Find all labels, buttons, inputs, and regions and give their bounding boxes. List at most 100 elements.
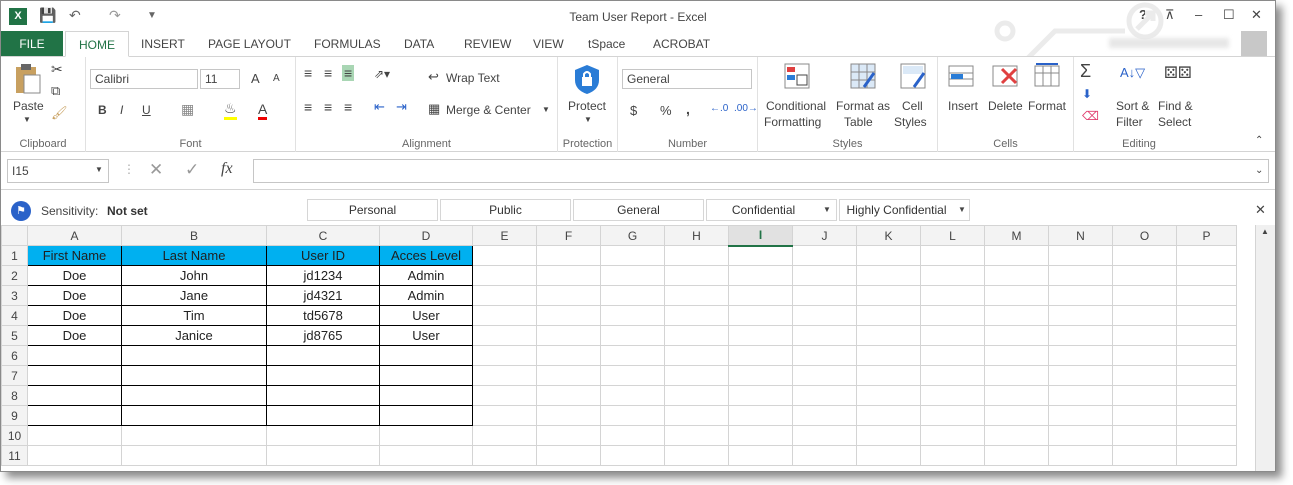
orientation-icon[interactable]: ⇗▾	[374, 67, 390, 81]
sensitivity-public-button[interactable]: Public	[440, 199, 571, 221]
cell-n9[interactable]	[1048, 405, 1113, 426]
cell-b11[interactable]	[121, 445, 267, 466]
cell-d9[interactable]	[379, 405, 473, 426]
italic-button[interactable]: I	[120, 103, 123, 117]
cell-f6[interactable]	[536, 345, 601, 366]
formula-input[interactable]	[253, 159, 1269, 183]
font-name-select[interactable]: Calibri	[90, 69, 198, 89]
cell-h7[interactable]	[664, 365, 729, 386]
cell-k5[interactable]	[856, 325, 921, 346]
cell-i1[interactable]	[728, 245, 793, 266]
cell-l5[interactable]	[920, 325, 985, 346]
tab-review[interactable]: REVIEW	[464, 31, 511, 57]
cell-i10[interactable]	[728, 425, 793, 446]
cell-c10[interactable]	[266, 425, 380, 446]
cell-f4[interactable]	[536, 305, 601, 326]
formatting-label[interactable]: Formatting	[764, 115, 821, 129]
cell-n2[interactable]	[1048, 265, 1113, 286]
cell-n3[interactable]	[1048, 285, 1113, 306]
cell-j6[interactable]	[792, 345, 857, 366]
column-header-h[interactable]: H	[664, 225, 729, 246]
conditional-label[interactable]: Conditional	[766, 99, 826, 113]
column-header-f[interactable]: F	[536, 225, 601, 246]
percent-button[interactable]: %	[660, 103, 672, 118]
cell-k9[interactable]	[856, 405, 921, 426]
cell-o3[interactable]	[1112, 285, 1177, 306]
cell-c4[interactable]: td5678	[266, 305, 380, 326]
cell-a2[interactable]: Doe	[27, 265, 122, 286]
align-center-icon[interactable]: ≡	[324, 99, 332, 115]
cell-m5[interactable]	[984, 325, 1049, 346]
cell-o9[interactable]	[1112, 405, 1177, 426]
close-sensitivity-icon[interactable]: ✕	[1255, 202, 1266, 218]
vertical-scrollbar[interactable]: ▲	[1255, 225, 1275, 471]
sensitivity-personal-button[interactable]: Personal	[307, 199, 438, 221]
wrap-text-icon[interactable]: ↩	[428, 69, 439, 85]
row-header[interactable]: 4	[1, 305, 28, 326]
cell-j1[interactable]	[792, 245, 857, 266]
cell-f5[interactable]	[536, 325, 601, 346]
cell-e3[interactable]	[472, 285, 537, 306]
insert-function-button[interactable]: fx	[221, 160, 233, 178]
cell-e6[interactable]	[472, 345, 537, 366]
cell-j8[interactable]	[792, 385, 857, 406]
cell-n11[interactable]	[1048, 445, 1113, 466]
cell-l2[interactable]	[920, 265, 985, 286]
cell-a9[interactable]	[27, 405, 122, 426]
cell-c2[interactable]: jd1234	[266, 265, 380, 286]
paste-icon[interactable]	[13, 63, 41, 95]
cell-b5[interactable]: Janice	[121, 325, 267, 346]
cell-c1[interactable]: User ID	[266, 245, 380, 266]
delete-cells-icon[interactable]	[992, 63, 1018, 89]
cell-h3[interactable]	[664, 285, 729, 306]
insert-cells-icon[interactable]	[948, 63, 974, 89]
sensitivity-confidential-button[interactable]: Confidential	[706, 199, 837, 221]
cell-styles-label[interactable]: Styles	[894, 115, 927, 129]
cell-j9[interactable]	[792, 405, 857, 426]
currency-button[interactable]: $	[630, 103, 637, 118]
sensitivity-general-button[interactable]: General	[573, 199, 704, 221]
autosum-icon[interactable]: Σ	[1080, 61, 1091, 82]
cell-h1[interactable]	[664, 245, 729, 266]
cell-d8[interactable]	[379, 385, 473, 406]
shrink-font-button[interactable]: A	[273, 73, 280, 84]
cell-i5[interactable]	[728, 325, 793, 346]
cell-a3[interactable]: Doe	[27, 285, 122, 306]
cell-styles-icon[interactable]	[900, 63, 926, 89]
sort-label[interactable]: Sort &	[1116, 99, 1149, 113]
row-header[interactable]: 3	[1, 285, 28, 306]
cell-p1[interactable]	[1176, 245, 1237, 266]
cell-o1[interactable]	[1112, 245, 1177, 266]
cell-p3[interactable]	[1176, 285, 1237, 306]
cell-d2[interactable]: Admin	[379, 265, 473, 286]
cell-n1[interactable]	[1048, 245, 1113, 266]
cell-k3[interactable]	[856, 285, 921, 306]
cell-i3[interactable]	[728, 285, 793, 306]
cell-l3[interactable]	[920, 285, 985, 306]
name-box[interactable]: I15	[7, 159, 109, 183]
cell-g3[interactable]	[600, 285, 665, 306]
cell-a5[interactable]: Doe	[27, 325, 122, 346]
cell-f7[interactable]	[536, 365, 601, 386]
cell-m2[interactable]	[984, 265, 1049, 286]
column-header-o[interactable]: O	[1112, 225, 1177, 246]
increase-decimal-icon[interactable]: ←.0	[710, 103, 728, 114]
cell-h5[interactable]	[664, 325, 729, 346]
cell-i8[interactable]	[728, 385, 793, 406]
cell-h6[interactable]	[664, 345, 729, 366]
cell-a6[interactable]	[27, 345, 122, 366]
cell-f9[interactable]	[536, 405, 601, 426]
row-header[interactable]: 11	[1, 445, 28, 466]
cell-c8[interactable]	[266, 385, 380, 406]
cell-i7[interactable]	[728, 365, 793, 386]
row-header[interactable]: 5	[1, 325, 28, 346]
cell-e2[interactable]	[472, 265, 537, 286]
cell-e10[interactable]	[472, 425, 537, 446]
highly-confidential-dropdown-icon[interactable]: ▼	[958, 205, 966, 214]
protect-button[interactable]: Protect	[568, 99, 606, 113]
column-header-k[interactable]: K	[856, 225, 921, 246]
row-header[interactable]: 7	[1, 365, 28, 386]
cell-p10[interactable]	[1176, 425, 1237, 446]
delete-cells-button[interactable]: Delete	[988, 99, 1023, 113]
clear-icon[interactable]: ⌫	[1082, 109, 1099, 123]
